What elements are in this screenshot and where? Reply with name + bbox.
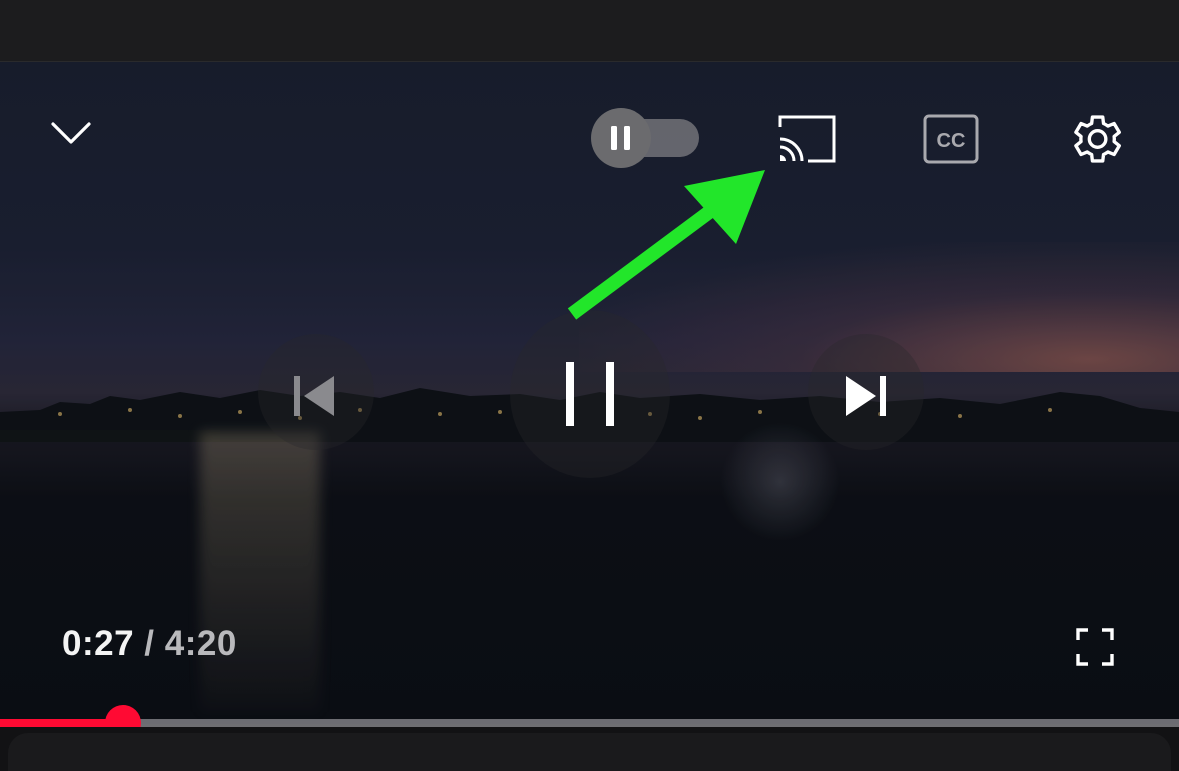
autoplay-knob: [591, 108, 651, 168]
cc-icon[interactable]: CC: [922, 113, 980, 165]
skip-next-icon: [846, 376, 886, 416]
current-time: 0:27: [62, 624, 135, 663]
pause-icon: [566, 362, 614, 426]
pause-icon: [611, 126, 630, 150]
fullscreen-icon[interactable]: [1075, 627, 1115, 667]
previous-button[interactable]: [258, 334, 374, 450]
annotation-arrow: [567, 170, 765, 320]
time-separator: /: [144, 624, 155, 663]
bottom-sheet: [8, 733, 1171, 771]
skip-previous-icon: [294, 376, 334, 416]
time-display: 0:27 / 4:20: [62, 624, 237, 664]
svg-text:CC: CC: [937, 130, 966, 152]
progress-bar[interactable]: [0, 719, 1179, 727]
next-button[interactable]: [808, 334, 924, 450]
duration: 4:20: [164, 624, 237, 663]
gear-icon[interactable]: [1064, 108, 1126, 170]
cast-icon[interactable]: [776, 113, 838, 165]
status-bar: [0, 0, 1179, 62]
autoplay-toggle[interactable]: [591, 108, 699, 168]
play-pause-button[interactable]: [510, 310, 670, 478]
chevron-down-icon[interactable]: [48, 110, 94, 156]
